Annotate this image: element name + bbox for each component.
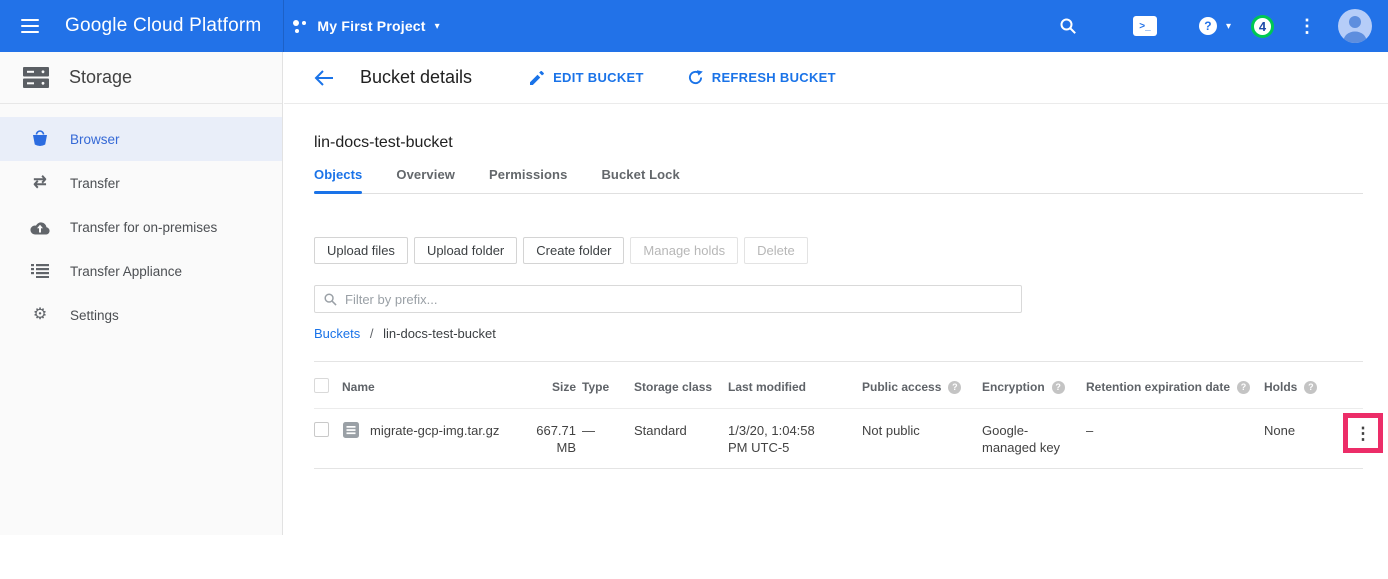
search-icon[interactable] [1059,17,1077,35]
manage-holds-button: Manage holds [630,237,738,264]
tab-overview[interactable]: Overview [396,167,455,193]
project-name: My First Project [317,18,425,34]
column-header-encryption: Encryption? [982,362,1086,409]
column-header-storage-class: Storage class [634,362,728,409]
sidebar-item-transfer-on-premises[interactable]: Transfer for on-premises [0,205,282,249]
sidebar-item-settings[interactable]: ⚙ Settings [0,293,282,337]
table-header-row: Name Size Type Storage class Last modifi… [314,362,1363,409]
sidebar-item-label: Transfer for on-premises [70,220,217,235]
search-icon [324,293,337,306]
file-icon [342,409,370,469]
sidebar-item-label: Transfer Appliance [70,264,182,279]
object-type: — [582,409,634,469]
object-actions-toolbar: Upload files Upload folder Create folder… [314,237,1363,264]
help-icon[interactable]: ? [948,381,961,394]
bucket-icon [30,130,50,148]
notification-badge[interactable]: 4 [1251,15,1274,38]
bucket-name: lin-docs-test-bucket [314,134,1363,152]
sidebar-item-transfer[interactable]: ⇄ Transfer [0,161,282,205]
tab-permissions[interactable]: Permissions [489,167,567,193]
sidebar-item-transfer-appliance[interactable]: Transfer Appliance [0,249,282,293]
project-selector[interactable]: My First Project ▾ [293,18,439,34]
main-panel: Bucket details EDIT BUCKET REFRESH BUCKE… [284,52,1388,579]
page-header: Bucket details EDIT BUCKET REFRESH BUCKE… [284,52,1388,104]
bucket-details-content: lin-docs-test-bucket Objects Overview Pe… [284,134,1388,469]
appliance-list-icon [30,264,50,278]
delete-button: Delete [744,237,808,264]
column-header-last-modified: Last modified [728,362,862,409]
project-icon [293,19,308,34]
refresh-bucket-button[interactable]: REFRESH BUCKET [688,70,836,85]
sidebar-item-browser[interactable]: Browser [0,117,282,161]
upload-files-button[interactable]: Upload files [314,237,408,264]
create-folder-button[interactable]: Create folder [523,237,624,264]
tab-objects[interactable]: Objects [314,167,362,193]
storage-product-icon [23,67,49,88]
help-icon: ? [1199,17,1217,35]
row-actions-menu-icon[interactable]: ⋮ [1355,425,1372,442]
upload-folder-button[interactable]: Upload folder [414,237,517,264]
object-public-access: Not public [862,409,982,469]
table-row: migrate-gcp-img.tar.gz 667.71 MB — Stand… [314,409,1363,469]
help-menu[interactable]: ? ▾ [1199,17,1231,35]
object-encryption: Google-managed key [982,409,1086,469]
column-header-name: Name [342,362,520,409]
tab-bucket-lock[interactable]: Bucket Lock [601,167,679,193]
column-header-size: Size [520,362,582,409]
edit-bucket-button[interactable]: EDIT BUCKET [530,70,644,85]
menu-icon[interactable] [21,15,39,37]
column-header-retention: Retention expiration date? [1086,362,1264,409]
terminal-prompt-glyph: >_ [1139,21,1150,32]
page-title: Bucket details [360,67,472,88]
sidebar-title: Storage [69,67,132,88]
gear-icon: ⚙ [30,307,50,323]
gcp-logo[interactable]: Google Cloud Platform [65,15,261,37]
back-arrow-icon[interactable] [314,70,334,86]
select-all-checkbox[interactable] [314,378,329,393]
sidebar-item-label: Transfer [70,176,120,191]
breadcrumb-current: lin-docs-test-bucket [383,326,496,341]
help-icon[interactable]: ? [1237,381,1250,394]
breadcrumb: Buckets / lin-docs-test-bucket [314,326,1363,341]
object-storage-class: Standard [634,409,728,469]
sidebar-item-label: Settings [70,308,119,323]
avatar[interactable] [1338,9,1372,43]
column-header-holds: Holds? [1264,362,1328,409]
column-header-public-access: Public access? [862,362,982,409]
overflow-menu-icon[interactable]: ⋮ [1298,17,1316,35]
objects-table: Name Size Type Storage class Last modifi… [314,361,1363,469]
breadcrumb-buckets-link[interactable]: Buckets [314,326,360,341]
filter-box [314,285,1022,313]
cloud-upload-icon [30,220,50,235]
tab-bar: Objects Overview Permissions Bucket Lock [314,167,1363,194]
object-holds: None [1264,409,1328,469]
chevron-down-icon: ▾ [435,21,440,32]
sidebar: Storage Browser ⇄ Transfer [0,52,283,535]
help-icon[interactable]: ? [1304,381,1317,394]
sidebar-header: Storage [0,52,282,104]
pencil-icon [530,71,544,85]
chevron-down-icon: ▾ [1226,21,1231,32]
row-checkbox[interactable] [314,422,329,437]
transfer-arrows-icon: ⇄ [30,175,50,191]
object-name-link[interactable]: migrate-gcp-img.tar.gz [370,423,499,438]
sidebar-item-label: Browser [70,132,120,147]
object-size: 667.71 MB [520,409,582,469]
object-retention: – [1086,409,1264,469]
filter-by-prefix-input[interactable] [345,292,1012,307]
annotation-highlight-box: ⋮ [1343,413,1383,453]
refresh-icon [688,70,703,85]
sidebar-nav: Browser ⇄ Transfer Transfer for on-premi… [0,104,282,337]
help-icon[interactable]: ? [1052,381,1065,394]
column-header-type: Type [582,362,634,409]
object-last-modified: 1/3/20, 1:04:58 PM UTC-5 [728,409,862,469]
breadcrumb-separator: / [370,326,374,341]
cloud-shell-icon[interactable]: >_ [1133,16,1157,36]
topbar-divider [283,0,284,52]
top-app-bar: Google Cloud Platform My First Project ▾… [0,0,1388,52]
